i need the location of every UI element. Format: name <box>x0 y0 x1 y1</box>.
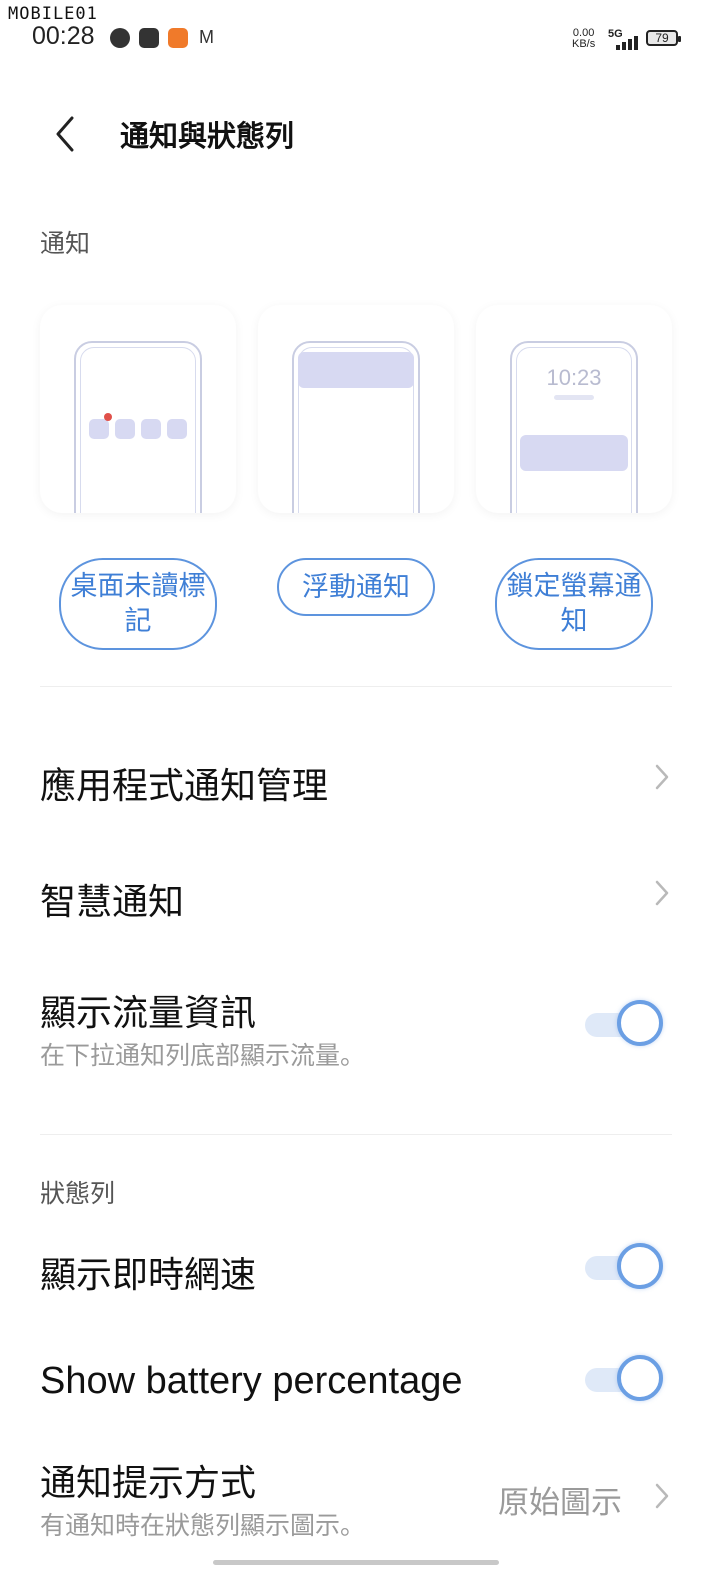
divider <box>40 1134 672 1135</box>
toggle-knob <box>617 1355 663 1401</box>
app-icon-placeholder <box>167 419 187 439</box>
floating-option-button[interactable]: 浮動通知 <box>277 558 435 616</box>
row-title: 應用程式通知管理 <box>40 766 329 807</box>
signal-bars-icon <box>610 36 640 50</box>
net-speed-indicator: 0.00 KB/s <box>572 28 595 50</box>
floating-banner-placeholder <box>298 352 414 388</box>
app-icon-placeholder <box>115 419 135 439</box>
chevron-right-icon <box>655 880 669 906</box>
card-floating-preview[interactable] <box>258 305 454 513</box>
gmail-icon: M <box>199 27 214 47</box>
lockscreen-option-button[interactable]: 鎖定螢幕通知 <box>495 558 653 650</box>
section-label-status-bar: 狀態列 <box>40 1179 116 1208</box>
badge-option-button[interactable]: 桌面未讀標記 <box>59 558 217 650</box>
chevron-right-icon <box>655 764 669 790</box>
lockscreen-notification-placeholder <box>520 435 628 471</box>
lockscreen-date-line <box>554 395 594 400</box>
toggle-knob <box>617 1000 663 1046</box>
row-subtitle: 有通知時在狀態列顯示圖示。 <box>40 1511 366 1540</box>
row-value: 原始圖示 <box>498 1485 622 1521</box>
battery-percentage-row[interactable]: Show battery percentage <box>0 1332 720 1428</box>
unread-badge-dot <box>104 413 112 421</box>
card-badge-preview[interactable] <box>40 305 236 513</box>
notification-style-row[interactable]: 通知提示方式 有通知時在狀態列顯示圖示。 原始圖示 <box>0 1446 720 1546</box>
smart-notification-row[interactable]: 智慧通知 <box>0 846 720 946</box>
battery-percentage-toggle[interactable] <box>585 1355 665 1405</box>
toggle-knob <box>617 1243 663 1289</box>
lockscreen-time: 10:23 <box>546 365 602 390</box>
net-speed-toggle[interactable] <box>585 1243 665 1293</box>
status-time: 00:28 <box>32 22 95 50</box>
row-title: 顯示流量資訊 <box>40 993 257 1034</box>
row-title: 顯示即時網速 <box>40 1255 257 1296</box>
row-title: Show battery percentage <box>40 1360 463 1402</box>
divider <box>40 686 672 687</box>
app-notification-management-row[interactable]: 應用程式通知管理 <box>0 730 720 830</box>
section-label-notifications: 通知 <box>40 229 91 258</box>
gallery-icon <box>139 28 159 48</box>
back-button[interactable] <box>50 114 86 154</box>
chevron-right-icon <box>655 1483 669 1509</box>
back-arrow-icon <box>56 116 74 152</box>
app-orange-icon <box>168 28 188 48</box>
net-speed-unit: KB/s <box>572 38 596 50</box>
app-icon-placeholder <box>89 419 109 439</box>
home-indicator[interactable] <box>213 1560 499 1565</box>
traffic-info-toggle[interactable] <box>585 1000 665 1050</box>
watermark: MOBILE01 <box>8 4 98 24</box>
app-icon-placeholder <box>141 419 161 439</box>
realtime-net-speed-row[interactable]: 顯示即時網速 <box>0 1220 720 1316</box>
row-title: 智慧通知 <box>40 882 185 923</box>
page-title: 通知與狀態列 <box>120 119 295 153</box>
messenger-icon <box>110 28 130 48</box>
card-lockscreen-preview[interactable]: 10:23 <box>476 305 672 513</box>
row-subtitle: 在下拉通知列底部顯示流量。 <box>40 1041 366 1070</box>
traffic-info-row[interactable]: 顯示流量資訊 在下拉通知列底部顯示流量。 <box>0 970 720 1080</box>
battery-icon: 79 <box>646 30 681 46</box>
row-title: 通知提示方式 <box>40 1463 257 1504</box>
